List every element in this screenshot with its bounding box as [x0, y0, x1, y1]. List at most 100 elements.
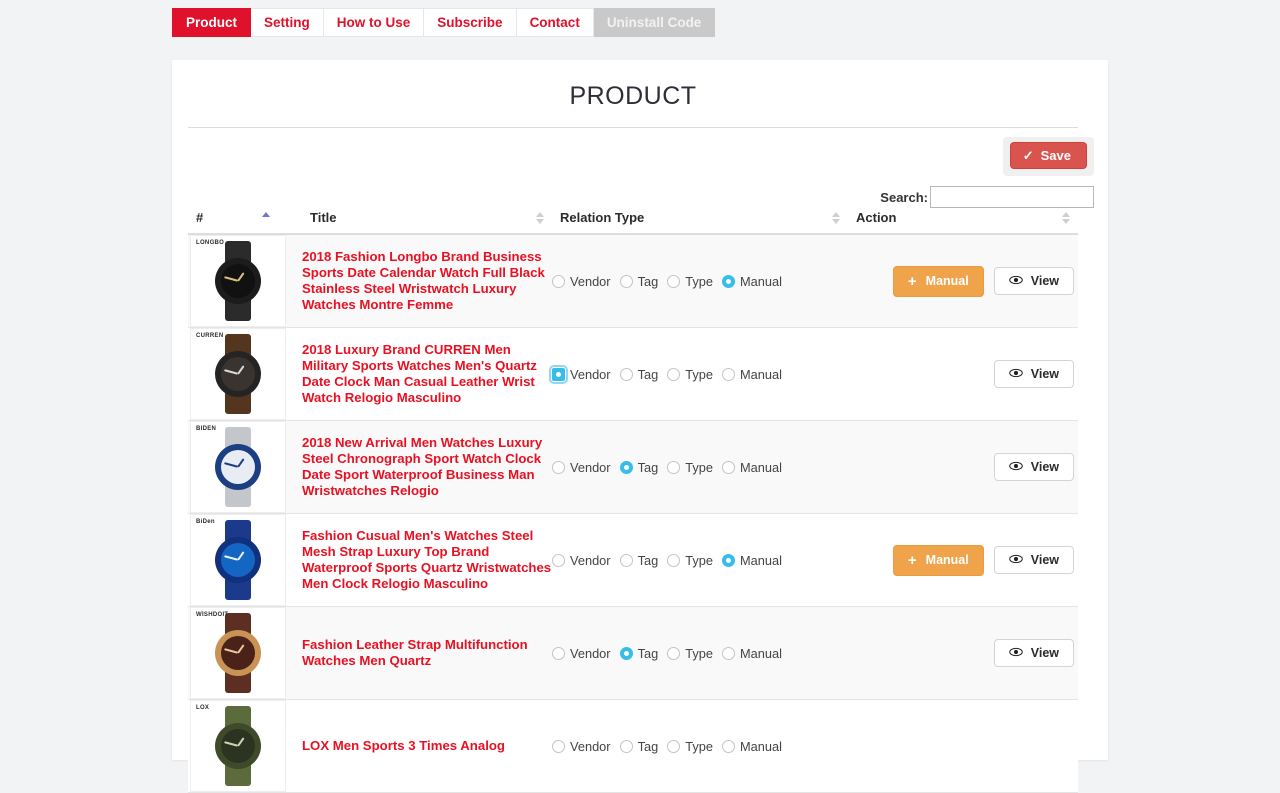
radio-label: Vendor — [570, 553, 611, 568]
radio-vendor-icon[interactable] — [552, 740, 565, 753]
relation-type-cell: Vendor Tag Type Manual — [552, 234, 848, 328]
manual-button[interactable]: +Manual — [893, 545, 984, 576]
radio-option-tag[interactable]: Tag — [620, 553, 659, 568]
product-title-link[interactable]: Fashion Cusual Men's Watches Steel Mesh … — [302, 528, 552, 592]
radio-option-vendor[interactable]: Vendor — [552, 274, 611, 289]
product-title-link[interactable]: 2018 Fashion Longbo Brand Business Sport… — [302, 249, 552, 313]
radio-tag-icon[interactable] — [620, 461, 633, 474]
radio-label: Type — [685, 553, 713, 568]
radio-type-icon[interactable] — [667, 554, 680, 567]
radio-label: Tag — [638, 739, 659, 754]
nav-tab-product[interactable]: Product — [172, 8, 251, 37]
product-image: LOX — [190, 700, 286, 792]
column-header-action[interactable]: Action — [848, 204, 1078, 234]
table-row: LOX LOX Men Sports 3 Times AnalogVendor Ta… — [188, 700, 1078, 793]
radio-option-type[interactable]: Type — [667, 739, 713, 754]
product-thumbnail-cell: WISHDOIT — [188, 607, 302, 700]
radio-label: Vendor — [570, 460, 611, 475]
radio-option-manual[interactable]: Manual — [722, 274, 782, 289]
radio-vendor-icon[interactable] — [552, 554, 565, 567]
sort-ascending-icon — [262, 212, 270, 224]
radio-vendor-icon[interactable] — [552, 275, 565, 288]
radio-type-icon[interactable] — [667, 368, 680, 381]
view-button[interactable]: View — [994, 267, 1074, 296]
radio-label: Type — [685, 367, 713, 382]
column-header-label: Relation Type — [560, 210, 644, 225]
nav-tab-label: Subscribe — [437, 16, 502, 30]
radio-manual-icon[interactable] — [722, 647, 735, 660]
radio-option-type[interactable]: Type — [667, 274, 713, 289]
product-image: WISHDOIT — [190, 607, 286, 699]
radio-tag-icon[interactable] — [620, 275, 633, 288]
radio-label: Manual — [740, 646, 782, 661]
nav-tab-how-to-use[interactable]: How to Use — [324, 8, 425, 37]
nav-tab-label: How to Use — [337, 16, 411, 30]
radio-option-vendor[interactable]: Vendor — [552, 739, 611, 754]
radio-tag-icon[interactable] — [620, 647, 633, 660]
radio-tag-icon[interactable] — [620, 740, 633, 753]
radio-option-vendor[interactable]: Vendor — [552, 646, 611, 661]
product-title-link[interactable]: 2018 Luxury Brand CURREN Men Military Sp… — [302, 342, 552, 406]
radio-option-tag[interactable]: Tag — [620, 274, 659, 289]
action-cell: View — [848, 328, 1078, 421]
column-header-title[interactable]: Title — [302, 204, 552, 234]
radio-option-type[interactable]: Type — [667, 367, 713, 382]
radio-option-type[interactable]: Type — [667, 553, 713, 568]
radio-option-tag[interactable]: Tag — [620, 460, 659, 475]
radio-option-manual[interactable]: Manual — [722, 367, 782, 382]
nav-tab-setting[interactable]: Setting — [251, 8, 324, 37]
view-button[interactable]: View — [994, 639, 1074, 668]
view-button[interactable]: View — [994, 546, 1074, 575]
radio-vendor-icon[interactable] — [552, 647, 565, 660]
radio-option-tag[interactable]: Tag — [620, 739, 659, 754]
manual-button[interactable]: +Manual — [893, 266, 984, 297]
column-header-relation-type[interactable]: Relation Type — [552, 204, 848, 234]
view-button[interactable]: View — [994, 360, 1074, 389]
main-nav: Product Setting How to Use Subscribe Con… — [172, 8, 715, 37]
radio-option-manual[interactable]: Manual — [722, 553, 782, 568]
column-header-number[interactable]: # — [188, 204, 302, 234]
radio-option-type[interactable]: Type — [667, 646, 713, 661]
radio-type-icon[interactable] — [667, 647, 680, 660]
radio-tag-icon[interactable] — [620, 554, 633, 567]
radio-option-vendor[interactable]: Vendor — [552, 460, 611, 475]
watch-illustration — [209, 427, 267, 507]
radio-option-vendor[interactable]: Vendor — [552, 367, 611, 382]
radio-option-type[interactable]: Type — [667, 460, 713, 475]
product-image: BiDen — [190, 514, 286, 606]
product-title-link[interactable]: 2018 New Arrival Men Watches Luxury Stee… — [302, 435, 552, 499]
radio-manual-icon[interactable] — [722, 368, 735, 381]
table-header-row: # Title Relation Type Action — [188, 204, 1078, 234]
radio-label: Type — [685, 460, 713, 475]
radio-manual-icon[interactable] — [722, 740, 735, 753]
product-title-link[interactable]: Fashion Leather Strap Multifunction Watc… — [302, 637, 552, 669]
radio-option-manual[interactable]: Manual — [722, 460, 782, 475]
radio-vendor-icon[interactable] — [552, 461, 565, 474]
radio-vendor-icon[interactable] — [552, 368, 565, 381]
product-title-cell: 2018 New Arrival Men Watches Luxury Stee… — [302, 421, 552, 514]
product-title-cell: 2018 Fashion Longbo Brand Business Sport… — [302, 234, 552, 328]
radio-type-icon[interactable] — [667, 740, 680, 753]
radio-manual-icon[interactable] — [722, 554, 735, 567]
nav-tab-subscribe[interactable]: Subscribe — [424, 8, 516, 37]
relation-radio-group: Vendor Tag Type Manual — [552, 739, 848, 754]
view-button[interactable]: View — [994, 453, 1074, 482]
radio-tag-icon[interactable] — [620, 368, 633, 381]
product-title-link[interactable]: LOX Men Sports 3 Times Analog — [302, 738, 552, 754]
radio-option-vendor[interactable]: Vendor — [552, 553, 611, 568]
radio-option-manual[interactable]: Manual — [722, 646, 782, 661]
radio-manual-icon[interactable] — [722, 461, 735, 474]
save-button[interactable]: ✓ Save — [1010, 142, 1087, 169]
radio-label: Tag — [638, 460, 659, 475]
radio-option-tag[interactable]: Tag — [620, 646, 659, 661]
radio-option-tag[interactable]: Tag — [620, 367, 659, 382]
radio-option-manual[interactable]: Manual — [722, 739, 782, 754]
nav-tab-label: Setting — [264, 16, 310, 30]
nav-tab-contact[interactable]: Contact — [517, 8, 594, 37]
radio-type-icon[interactable] — [667, 275, 680, 288]
radio-manual-icon[interactable] — [722, 275, 735, 288]
action-buttons: +Manual View — [848, 545, 1078, 576]
radio-type-icon[interactable] — [667, 461, 680, 474]
nav-tab-uninstall-code[interactable]: Uninstall Code — [594, 8, 716, 37]
product-image: BIDEN — [190, 421, 286, 513]
